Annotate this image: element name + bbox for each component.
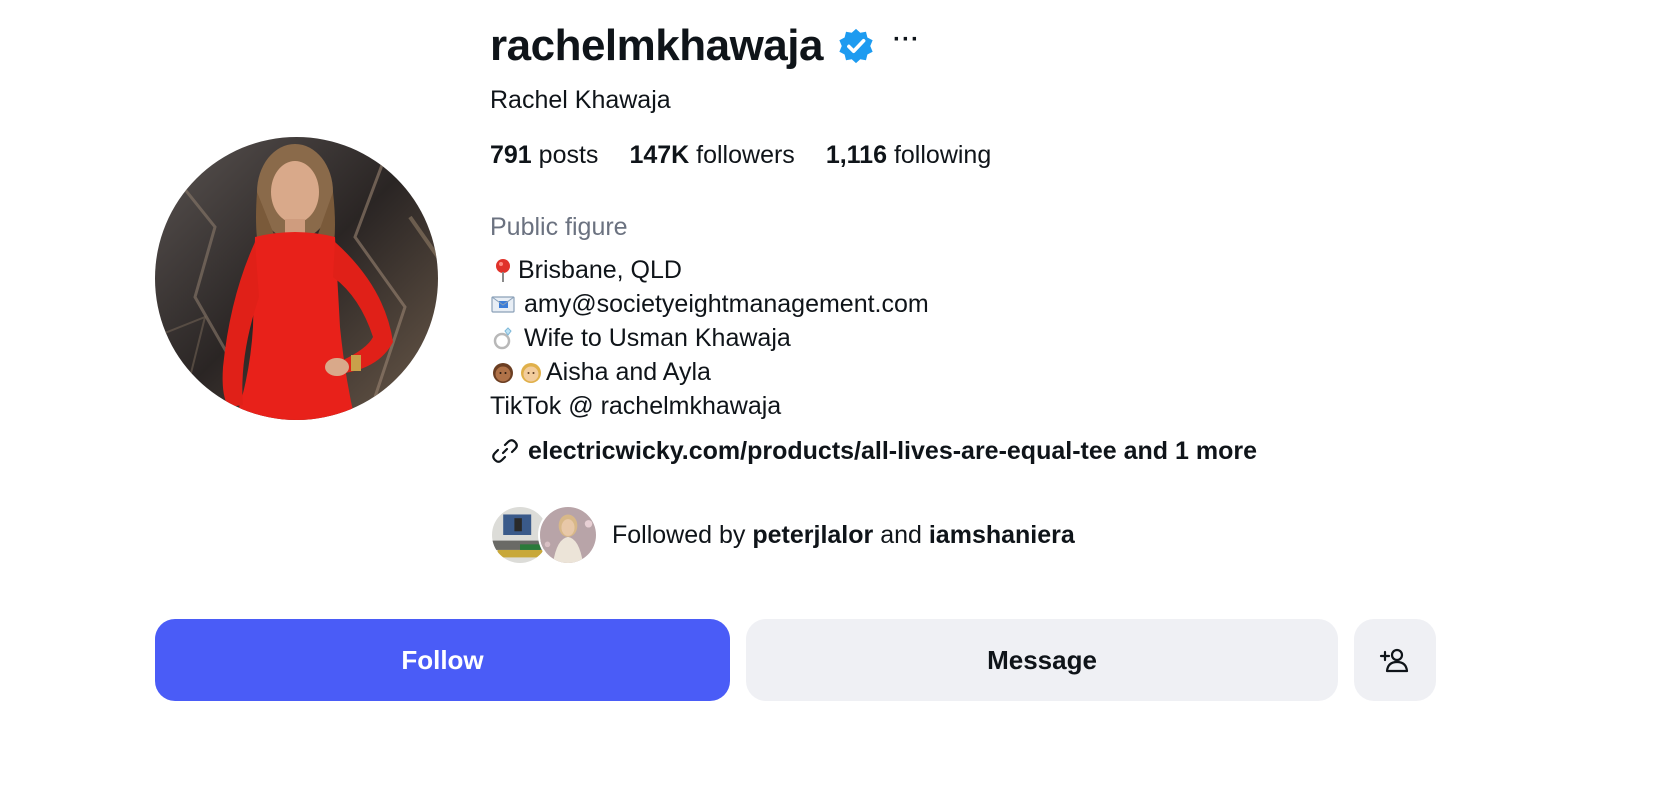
more-options-icon[interactable]: ···: [893, 28, 920, 52]
username: rachelmkhawaja: [490, 21, 823, 70]
bio-spouse-line: Wife to Usman Khawaja: [490, 321, 929, 355]
bio-location: Brisbane, QLD: [518, 256, 682, 284]
profile-avatar[interactable]: [155, 137, 438, 420]
bio-location-line: Brisbane, QLD: [490, 253, 929, 287]
bio-kids-line: Aisha and Ayla: [490, 355, 929, 389]
full-name: Rachel Khawaja: [490, 86, 671, 114]
ring-icon: [493, 327, 512, 350]
posts-stat[interactable]: 791 posts: [490, 141, 598, 170]
following-stat[interactable]: 1,116 following: [826, 141, 991, 170]
followed-by-connector: and: [880, 520, 922, 549]
suggested-users-button[interactable]: [1354, 619, 1436, 701]
verified-badge-icon: [839, 28, 873, 64]
followed-by-user-2[interactable]: iamshaniera: [929, 521, 1075, 549]
link-icon: [492, 439, 518, 463]
envelope-icon: [491, 296, 515, 313]
profile-photo: [155, 137, 438, 420]
girl-medium-dark-skin-icon: [493, 363, 513, 383]
pushpin-icon: [496, 259, 510, 282]
external-link[interactable]: electricwicky.com/products/all-lives-are…: [490, 436, 1257, 466]
followers-stat[interactable]: 147K followers: [629, 141, 794, 170]
bio-tiktok-line: TikTok @ rachelmkhawaja: [490, 389, 929, 423]
followers-label: followers: [696, 141, 795, 169]
bio-spouse: Wife to Usman Khawaja: [524, 324, 791, 352]
bio-tiktok: TikTok @ rachelmkhawaja: [490, 392, 782, 420]
link-more[interactable]: and 1 more: [1124, 437, 1257, 466]
username-row: rachelmkhawaja ···: [490, 18, 920, 74]
bio-email-line: amy@societyeightmanagement.com: [490, 287, 929, 321]
add-person-icon: [1379, 648, 1409, 673]
posts-count: 791: [490, 141, 532, 169]
bio: Brisbane, QLD amy@societyeightmanagement…: [490, 253, 929, 423]
followed-by-prefix: Followed by: [612, 520, 746, 549]
profile-stats: 791 posts 147K followers 1,116 following: [490, 141, 1022, 170]
following-label: following: [893, 141, 992, 169]
following-count: 1,116: [825, 141, 887, 169]
followers-count: 147K: [629, 141, 690, 169]
girl-light-skin-icon: [521, 363, 541, 383]
message-button[interactable]: Message: [746, 619, 1338, 701]
link-url[interactable]: electricwicky.com/products/all-lives-are…: [528, 437, 1117, 466]
posts-label: posts: [538, 141, 599, 169]
follower-photo-2: [540, 507, 596, 563]
followed-by-text: Followed by peterjlalor and iamshaniera: [612, 521, 1075, 550]
bio-kids: Aisha and Ayla: [546, 358, 711, 386]
category-label: Public figure: [490, 213, 628, 241]
follower-avatar-2: [538, 505, 598, 565]
follow-button[interactable]: Follow: [155, 619, 730, 701]
bio-email[interactable]: amy@societyeightmanagement.com: [524, 287, 929, 321]
followed-by-user-1[interactable]: peterjlalor: [752, 521, 873, 549]
followed-by[interactable]: Followed by peterjlalor and iamshaniera: [490, 505, 1075, 565]
